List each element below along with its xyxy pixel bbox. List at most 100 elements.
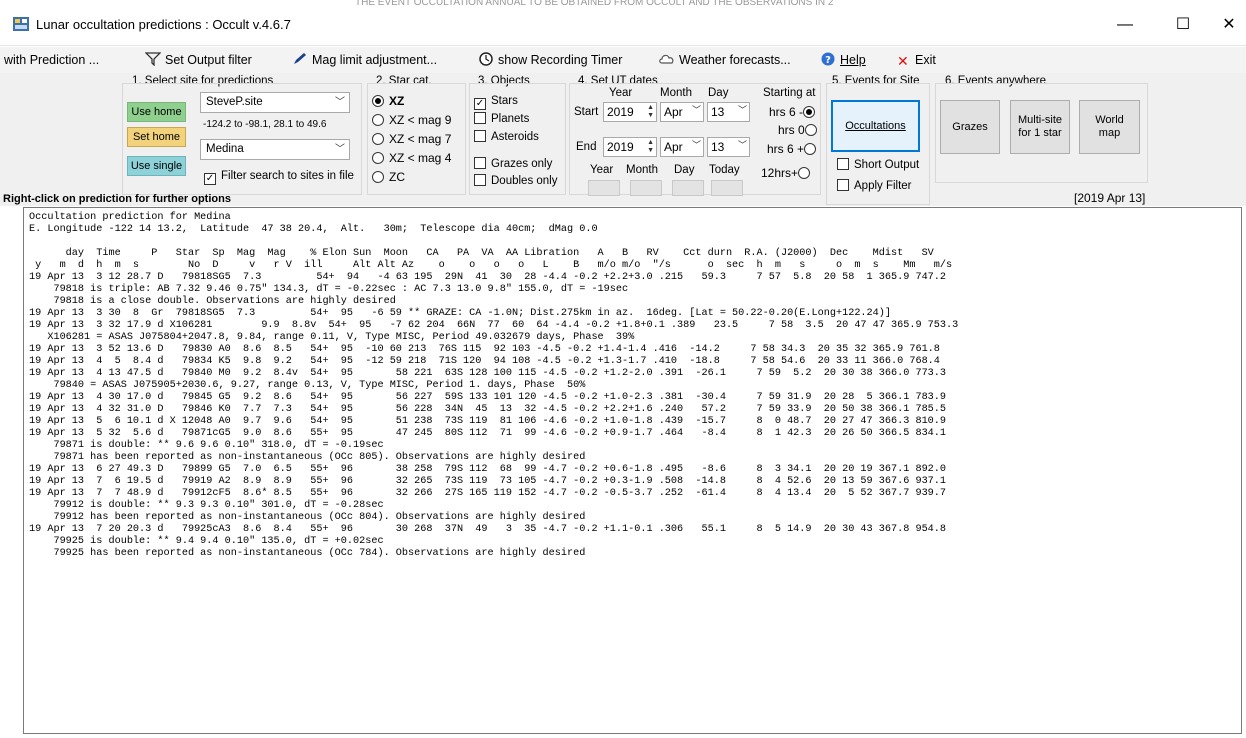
checkbox-box [474, 157, 486, 169]
doubles-only-checkbox[interactable]: Doubles only [474, 173, 557, 189]
radio-start-minus6[interactable]: - 6 hrs [769, 104, 820, 120]
close-button[interactable]: ✕ [1206, 10, 1246, 40]
output-line[interactable]: 19 Apr 13 7 6 19.5 d 79919 A2 8.9 8.9 55… [29, 476, 1241, 488]
menu-recording-timer[interactable]: show Recording Timer [478, 52, 622, 70]
menu-exit[interactable]: ✕ Exit [897, 52, 936, 70]
output-line[interactable]: 79912 is double: ** 9.3 9.3 0.10" 301.0,… [29, 500, 1241, 512]
output-line[interactable]: 19 Apr 13 4 5 8.4 d 79834 K5 9.8 9.2 54+… [29, 356, 1241, 368]
output-line[interactable]: y m d h m s No D v r V ill Alt Alt Az o … [29, 260, 1241, 272]
end-year-spinner[interactable]: 2019 ▲ ▼ [603, 137, 657, 157]
planets-checkbox[interactable]: Planets [474, 111, 529, 127]
output-line[interactable]: E. Longitude -122 14 13.2, Latitude 47 3… [29, 224, 1241, 236]
grazes-button[interactable]: Grazes [940, 100, 1000, 154]
output-line[interactable]: Occultation prediction for Medina [29, 212, 1241, 224]
occultations-button[interactable]: Occultations [831, 100, 920, 152]
radio-xz9[interactable]: XZ < mag 9 [372, 112, 451, 128]
output-line[interactable]: 19 Apr 13 6 27 49.3 D 79899 G5 7.0 6.5 5… [29, 464, 1241, 476]
grazes-only-checkbox[interactable]: Grazes only [474, 156, 552, 172]
output-line[interactable]: 79912 has been reported as non-instantan… [29, 512, 1241, 524]
use-home-button[interactable]: Use home [127, 102, 186, 122]
stars-checkbox[interactable]: ✓ Stars [474, 93, 518, 110]
output-line[interactable]: 19 Apr 13 4 30 17.0 d 79845 G5 9.2 8.6 5… [29, 392, 1241, 404]
use-single-button[interactable]: Use single [127, 156, 186, 176]
radio-xz7-label: XZ < mag 7 [389, 132, 452, 146]
output-line[interactable]: 79925 has been reported as non-instantan… [29, 548, 1241, 560]
output-line[interactable]: 19 Apr 13 3 30 8 Gr 79818SG5 7.3 54+ 95 … [29, 308, 1241, 320]
output-line[interactable]: 19 Apr 13 3 12 28.7 D 79818SG5 7.3 54+ 9… [29, 272, 1241, 284]
output-line[interactable]: 19 Apr 13 5 6 10.1 d X 12048 A0 9.7 9.6 … [29, 416, 1241, 428]
clock-icon [479, 52, 493, 66]
menu-with-prediction[interactable]: with Prediction ... [4, 52, 99, 70]
output-line[interactable]: 79871 is double: ** 9.6 9.6 0.10" 318.0,… [29, 440, 1241, 452]
output-line[interactable]: 79818 is a close double. Observations ar… [29, 296, 1241, 308]
chevron-down-icon: ﹀ [335, 97, 345, 108]
prediction-output[interactable]: Occultation prediction for Medina E. Long… [23, 207, 1242, 734]
multisite-button[interactable]: Multi-site for 1 star [1010, 100, 1070, 154]
output-line[interactable] [29, 236, 1241, 248]
radio-xz7[interactable]: XZ < mag 7 [372, 131, 451, 147]
output-line[interactable]: 19 Apr 13 4 32 31.0 D 79846 K0 7.7 7.3 5… [29, 404, 1241, 416]
output-line[interactable]: 79925 is double: ** 9.4 9.4 0.10" 135.0,… [29, 536, 1241, 548]
asteroids-checkbox[interactable]: Asteroids [474, 129, 539, 145]
radio-zc[interactable]: ZC [372, 169, 405, 185]
output-line[interactable]: day Time P Star Sp Mag Mag % Elon Sun Mo… [29, 248, 1241, 260]
short-output-checkbox[interactable]: Short Output [837, 157, 919, 173]
window-title: Lunar occultation predictions : Occult v… [36, 17, 291, 32]
output-line[interactable]: X106281 = ASAS J075804+2047.8, 9.84, ran… [29, 332, 1241, 344]
quick-year-button[interactable] [588, 180, 620, 196]
menu-help[interactable]: ? Help [820, 52, 866, 70]
world-map-button[interactable]: World map [1079, 100, 1140, 154]
site-name-value: Medina [206, 143, 244, 155]
apply-filter-checkbox[interactable]: Apply Filter [837, 178, 912, 194]
output-line[interactable]: 79871 has been reported as non-instantan… [29, 452, 1241, 464]
menu-weather-label: Weather forecasts... [679, 53, 791, 67]
start-day-select[interactable]: 13 ﹀ [707, 102, 750, 122]
radio-start-0[interactable]: 0 hrs [778, 122, 822, 138]
output-line[interactable]: 19 Apr 13 3 52 13.6 D 79830 A0 8.6 8.5 5… [29, 344, 1241, 356]
controls-panel: 1. Select site for predictions Use home … [0, 73, 1246, 206]
quick-month-button[interactable] [630, 180, 662, 196]
svg-text:?: ? [825, 55, 831, 66]
radio-xz[interactable]: XZ [372, 93, 404, 109]
radio-xz4[interactable]: XZ < mag 4 [372, 150, 451, 166]
bottom-today-label: Today [709, 164, 740, 176]
output-line[interactable]: 19 Apr 13 5 32 5.6 d 79871cG5 9.0 8.6 55… [29, 428, 1241, 440]
checkbox-box [837, 179, 849, 191]
set-home-button[interactable]: Set home [127, 127, 186, 147]
maximize-button[interactable]: ☐ [1160, 10, 1206, 40]
menu-set-output-filter[interactable]: Set Output filter [145, 52, 252, 70]
chevron-down-icon: ﹀ [737, 140, 747, 150]
radio-start-plus6-label: + 6 hrs [767, 142, 805, 156]
start-year-spinner[interactable]: 2019 ▲ ▼ [603, 102, 657, 122]
radio-dot [372, 171, 384, 183]
quick-day-button[interactable] [672, 180, 704, 196]
end-day-select[interactable]: 13 ﹀ [707, 137, 750, 157]
minimize-button[interactable]: — [1102, 10, 1148, 40]
checkbox-box: ✓ [204, 173, 216, 185]
site-name-select[interactable]: Medina ﹀ [200, 139, 350, 160]
checkbox-box [474, 112, 486, 124]
quick-today-button[interactable] [711, 180, 743, 196]
output-line[interactable]: 79840 = ASAS J075905+2030.6, 9.27, range… [29, 380, 1241, 392]
apply-filter-label: Apply Filter [854, 180, 912, 192]
start-month-select[interactable]: Apr ﹀ [660, 102, 704, 122]
menu-exit-label: Exit [915, 53, 936, 67]
menu-mag-limit[interactable]: Mag limit adjustment... [292, 52, 437, 70]
output-line[interactable]: 19 Apr 13 7 20 20.3 d 79925cA3 8.6 8.4 5… [29, 524, 1241, 536]
chevron-down-icon: ﹀ [691, 140, 701, 150]
output-line[interactable]: 19 Apr 13 7 7 48.9 d 79912cF5 8.6* 8.5 5… [29, 488, 1241, 500]
radio-start-minus6-label: - 6 hrs [769, 105, 804, 119]
filter-sites-checkbox[interactable]: ✓ Filter search to sites in file [204, 168, 354, 185]
pen-icon [294, 53, 306, 64]
radio-start-plus12[interactable]: +12hrs [761, 165, 815, 181]
site-file-select[interactable]: SteveP.site ﹀ [200, 92, 350, 113]
prediction-text[interactable]: Occultation prediction for Medina E. Long… [29, 212, 1241, 560]
checkbox-box [474, 174, 486, 186]
menu-weather[interactable]: Weather forecasts... [659, 52, 791, 70]
output-line[interactable]: 79818 is triple: AB 7.32 9.46 0.75" 134.… [29, 284, 1241, 296]
output-line[interactable]: 19 Apr 13 4 13 47.5 d 79840 M0 9.2 8.4v … [29, 368, 1241, 380]
end-month-select[interactable]: Apr ﹀ [660, 137, 704, 157]
radio-dot [372, 114, 384, 126]
radio-start-plus6[interactable]: + 6 hrs [767, 141, 821, 157]
output-line[interactable]: 19 Apr 13 3 32 17.9 d X106281 9.9 8.8v 5… [29, 320, 1241, 332]
